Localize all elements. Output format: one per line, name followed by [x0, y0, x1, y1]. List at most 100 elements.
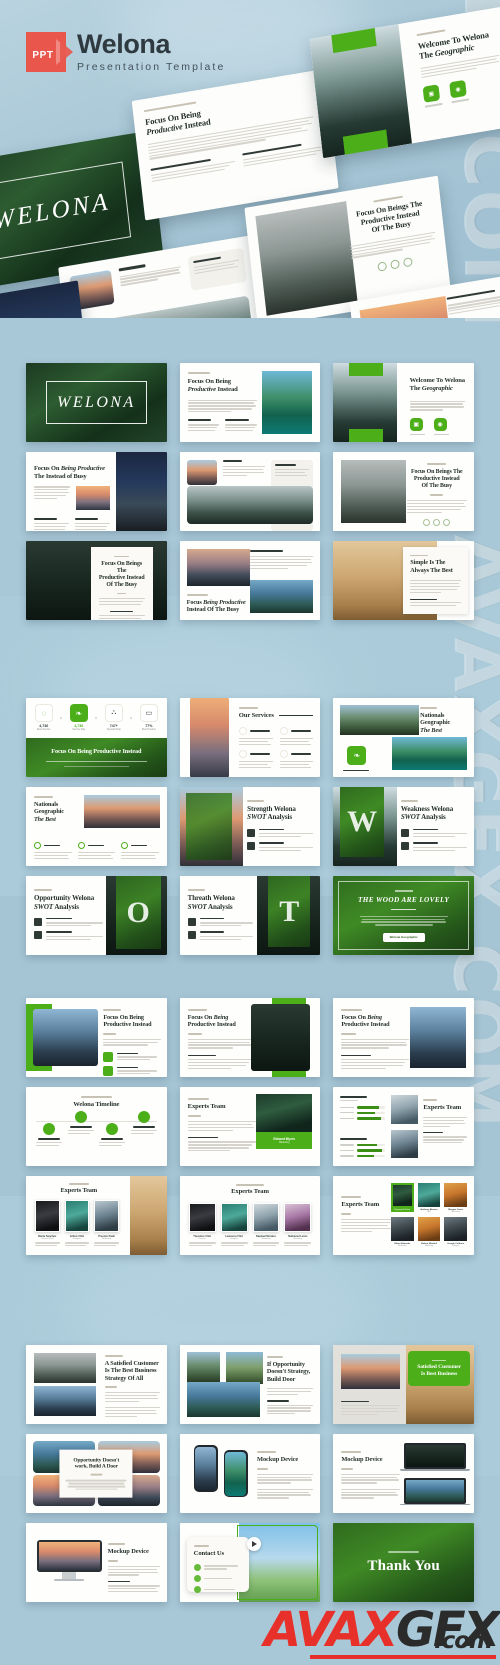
slide-welcome[interactable]: Welcome To Welona The Geographic ▣ ◉ [333, 363, 474, 443]
slide-team-1[interactable]: Experts Team Edward Myers Marketing [179, 1087, 321, 1167]
section-four-grid: A Satisfied Customer Is The Best Business… [26, 1345, 474, 1603]
green-tab-top [349, 363, 384, 376]
globe-icon: ◉ [433, 417, 447, 431]
slide-quote[interactable]: THE WOOD ARE LOVELY Welona Geographic [333, 876, 474, 956]
stat-item: ⛬ 747+ Special Shop [104, 704, 123, 731]
leaf-icon: ▣ [409, 417, 423, 431]
slide-weakness[interactable]: W Weakness Welona SWOT Analysis [333, 787, 474, 867]
slide-focus-2[interactable]: Focus On Being Productive Instead [179, 998, 321, 1078]
slide-geographic[interactable] [179, 452, 321, 532]
facebook-icon[interactable] [423, 518, 431, 526]
slide-focus-1[interactable]: Focus On Being Productive Instead [26, 998, 167, 1078]
team-member-role: Designer [451, 1245, 460, 1248]
leaf-icon: ❧ [347, 746, 367, 766]
slide-beings-title: Focus On Beings The Productive Instead Of … [411, 469, 463, 490]
team-4-title: Experts Team [231, 1188, 269, 1196]
services-title: Our Services [238, 712, 274, 719]
team-member-role: Marketing [398, 1245, 407, 1248]
page-header: PPT Welona Presentation Template [26, 30, 225, 73]
avaxgfx-logo: AVAXGFX .com [264, 1606, 500, 1659]
slide-strength[interactable]: Strength Welona SWOT Analysis [179, 787, 321, 867]
mockup-laptop-title: Mockup Device [341, 1456, 383, 1464]
timeline-title: Welona Timeline [73, 1101, 120, 1109]
slide-thankyou[interactable]: Thank You [333, 1523, 474, 1603]
section-three-grid: Focus On Being Productive Instead Focus O… [26, 998, 474, 1256]
network-icon: ⛬ [104, 704, 123, 723]
instagram-icon[interactable] [443, 518, 451, 526]
focus-1-title: Focus On Being Productive Instead [103, 1014, 152, 1029]
opportunity-1-title: If Opportunity Doesn't Strategy, Build Doo… [266, 1361, 311, 1383]
slide-beings[interactable]: Focus On Beings The Productive Instead Of … [333, 452, 474, 532]
letter-o: O [126, 895, 150, 929]
team-member-role: Designer [72, 1238, 82, 1241]
team-member-role: General Staff [41, 1238, 54, 1241]
slide-services[interactable]: Our Services [179, 698, 321, 778]
team-member-role: Marketing [293, 1238, 303, 1241]
team-member-role: Marketing [101, 1238, 112, 1241]
preview-page: AVAXGFX.COM AVAXGFX.COM AVAXGFX.COM AVAX… [0, 0, 500, 1665]
team-member-role: SEO [427, 1211, 432, 1214]
slide-satisfied-2[interactable]: Satisfied Customer Is Best Business [333, 1345, 474, 1425]
slide-intro[interactable]: Focus On Being Productive Instead [179, 363, 321, 443]
hero-slide-welcome: Welcome To Welona The Geographic ▣ ◉ [309, 6, 500, 159]
slide-nationals-1[interactable]: Nationals Geographic The Best ❧ [333, 698, 474, 778]
slide-productive-title: Focus On Being Productive The Instead of … [34, 465, 105, 480]
focus-2-title: Focus On Being Productive Instead [187, 1014, 236, 1029]
slide-simple-title: Simple Is The Always The Best [410, 559, 453, 574]
slide-timeline[interactable]: Welona Timeline [26, 1087, 167, 1167]
section-one-grid: WELONA Focus On BeingProductive Instead [26, 363, 474, 621]
slide-team-3[interactable]: Experts Team Maria Sanchez General Staff… [26, 1176, 167, 1256]
slide-satisfied-1[interactable]: A Satisfied Customer Is The Best Business… [26, 1345, 167, 1425]
slide-contact[interactable]: Contact Us [179, 1523, 321, 1603]
leaf-icon: ❧ [69, 704, 88, 723]
strength-title: Strength Welona SWOT Analysis [247, 805, 296, 822]
hero-slide-practice [0, 280, 90, 318]
location-icon [193, 1564, 201, 1572]
page-title: Welona [77, 29, 171, 59]
team-1-title: Experts Team [187, 1103, 226, 1111]
team-member-role: Marketing [278, 1141, 290, 1145]
slide-threath[interactable]: Threath Welona SWOT Analysis T [179, 876, 321, 956]
slide-team-2[interactable]: Experts Team [333, 1087, 474, 1167]
mockup-phone-title: Mockup Device [257, 1456, 299, 1464]
stat-label: Best Product [142, 728, 156, 732]
team-member-role: Director [198, 1238, 206, 1241]
slide-team-4[interactable]: Experts Team Theodore Clint Director Law… [179, 1176, 321, 1256]
quote-title: THE WOOD ARE LOVELY [357, 895, 450, 904]
page-subtitle: Presentation Template [77, 61, 226, 74]
stat-item: ▭ 77% Best Product [139, 704, 158, 732]
mail-icon [193, 1586, 201, 1594]
stat-label: Service Day [72, 728, 86, 732]
slide-bigprofit[interactable]: Focus Being Productive Instead Of The Bus… [179, 541, 321, 621]
stats-banner-title: Focus On Being Productive Instead [51, 747, 142, 755]
opportunity-2-title: Opportunity Doesn't work, Build A Door [73, 1457, 120, 1470]
twitter-icon[interactable] [433, 518, 441, 526]
brand-block: Welona Presentation Template [77, 29, 226, 74]
focus-3-title: Focus On Being Productive Instead [341, 1014, 390, 1029]
slide-nationals-2[interactable]: Nationals Geographic The Best [26, 787, 167, 867]
slide-team-5[interactable]: Experts Team Raymond Gates Anthony Alvar… [333, 1176, 474, 1256]
mockup-imac-title: Mockup Device [107, 1548, 149, 1556]
laptop-frame-bottom [400, 1477, 470, 1506]
slide-stats-banner[interactable]: ◌ 4,736 Best Service ❧ 4,736 Service Day… [26, 698, 167, 778]
slide-beings-alt[interactable]: Focus On Beings The Productive Instead Of … [26, 541, 167, 621]
slide-opportunity-2[interactable]: Opportunity Doesn't work, Build A Door [26, 1434, 167, 1514]
slide-productive[interactable]: Focus On Being Productive The Instead of … [26, 452, 167, 532]
slide-mockup-laptop[interactable]: Mockup Device [333, 1434, 474, 1514]
slide-cover[interactable]: WELONA [26, 363, 167, 443]
slide-beings-alt-title: Focus On Beings The Productive Instead Of … [98, 561, 145, 589]
section-two-grid: ◌ 4,736 Best Service ❧ 4,736 Service Day… [26, 698, 474, 956]
ppt-badge-label: PPT [32, 50, 54, 62]
slide-mockup-imac[interactable]: Mockup Device [26, 1523, 167, 1603]
slide-opportunity-1[interactable]: If Opportunity Doesn't Strategy, Build Doo… [179, 1345, 321, 1425]
quote-button[interactable]: Welona Geographic [382, 932, 425, 942]
letter-w: W [347, 804, 378, 838]
slide-simple[interactable]: Simple Is The Always The Best [333, 541, 474, 621]
play-triangle-icon [60, 40, 73, 63]
slide-intro-title: Focus On Being Productive Instead [187, 378, 238, 393]
slide-focus-3[interactable]: Focus On Being Productive Instead [333, 998, 474, 1078]
slide-opportunity[interactable]: Opportunity Welona SWOT Analysis O [26, 876, 167, 956]
slide-mockup-phone[interactable]: Mockup Device [179, 1434, 321, 1514]
contact-title: Contact Us [193, 1550, 224, 1558]
team-member-role: Marketing [261, 1238, 271, 1241]
